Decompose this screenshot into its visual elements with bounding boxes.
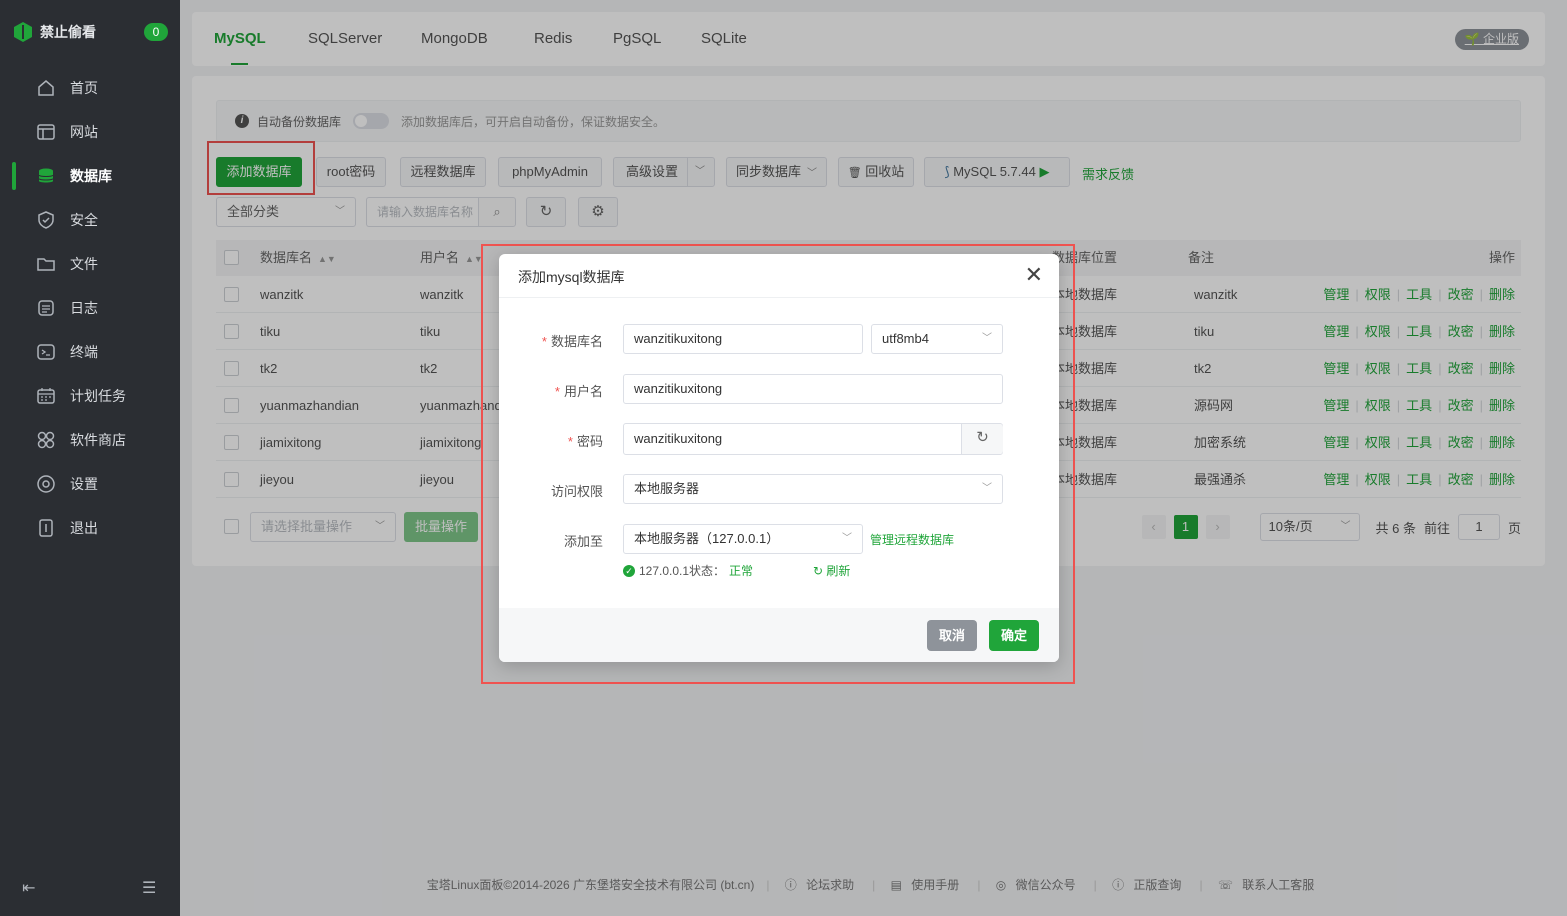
sidebar: 禁止偷看 0 首页 网站 数据库 安全 文件 日志 终端 计划任务 软件商店 设…	[0, 0, 180, 916]
db-name-input[interactable]: wanzitikuxitong	[623, 324, 863, 354]
username-label: * 用户名	[554, 384, 603, 399]
sidebar-item-label: 安全	[70, 212, 98, 228]
database-icon	[36, 166, 56, 186]
check-circle-icon: ✓	[623, 564, 635, 577]
menu-list-icon[interactable]: ☰	[142, 878, 156, 898]
access-value: 本地服务器	[634, 481, 700, 496]
sidebar-item-label: 软件商店	[70, 432, 126, 448]
chevron-down-icon: ﹀	[842, 533, 852, 544]
sidebar-item-logout[interactable]: 退出	[0, 506, 180, 550]
dialog-title: 添加mysql数据库	[518, 269, 625, 285]
brand-name: 禁止偷看	[40, 24, 96, 40]
sidebar-item-database[interactable]: 数据库	[0, 154, 180, 198]
close-icon[interactable]: ✕	[1025, 264, 1043, 286]
website-icon	[36, 122, 56, 142]
sidebar-item-settings[interactable]: 设置	[0, 462, 180, 506]
folder-icon	[36, 254, 56, 274]
sidebar-item-security[interactable]: 安全	[0, 198, 180, 242]
sidebar-item-cron[interactable]: 计划任务	[0, 374, 180, 418]
sidebar-item-logs[interactable]: 日志	[0, 286, 180, 330]
logo-icon	[14, 22, 32, 42]
server-select[interactable]: 本地服务器（127.0.0.1） ﹀	[623, 524, 863, 554]
cancel-button[interactable]: 取消	[927, 620, 977, 651]
notification-badge[interactable]: 0	[144, 23, 168, 41]
apps-icon	[36, 430, 56, 450]
sidebar-item-website[interactable]: 网站	[0, 110, 180, 154]
charset-value: utf8mb4	[882, 331, 929, 346]
generate-password-icon[interactable]: ↻	[961, 424, 1003, 454]
password-label: * 密码	[567, 434, 603, 449]
logout-icon	[36, 518, 56, 538]
server-status: ✓ 127.0.0.1状态： 正常	[623, 562, 753, 579]
sidebar-item-files[interactable]: 文件	[0, 242, 180, 286]
home-icon	[36, 78, 56, 98]
status-prefix: 127.0.0.1状态：	[639, 564, 726, 578]
refresh-label: 刷新	[826, 564, 851, 578]
chevron-down-icon: ﹀	[982, 333, 992, 344]
access-select[interactable]: 本地服务器 ﹀	[623, 474, 1003, 504]
sidebar-nav: 首页 网站 数据库 安全 文件 日志 终端 计划任务 软件商店 设置 退出	[0, 66, 180, 550]
chevron-down-icon: ﹀	[982, 483, 992, 494]
dialog-header: 添加mysql数据库 ✕	[499, 254, 1059, 298]
sidebar-item-label: 计划任务	[70, 388, 126, 404]
sidebar-item-label: 退出	[70, 520, 98, 536]
dialog-footer: 取消 确定	[499, 608, 1059, 662]
refresh-status-link[interactable]: ↻ 刷新	[813, 562, 850, 579]
add-database-dialog: 添加mysql数据库 ✕ * 数据库名 wanzitikuxitong utf8m…	[499, 254, 1059, 662]
sidebar-item-label: 文件	[70, 256, 98, 272]
sidebar-item-label: 日志	[70, 300, 98, 316]
sidebar-footer: ⇤ ☰	[0, 878, 180, 898]
password-value: wanzitikuxitong	[634, 431, 723, 446]
sidebar-item-label: 终端	[70, 344, 98, 360]
sidebar-item-home[interactable]: 首页	[0, 66, 180, 110]
calendar-icon	[36, 386, 56, 406]
terminal-icon	[36, 342, 56, 362]
status-value: 正常	[729, 564, 754, 578]
sidebar-item-label: 设置	[70, 476, 98, 492]
sidebar-item-terminal[interactable]: 终端	[0, 330, 180, 374]
sidebar-item-label: 数据库	[70, 168, 112, 184]
db-name-label: * 数据库名	[541, 334, 603, 349]
collapse-sidebar-icon[interactable]: ⇤	[22, 878, 35, 898]
manage-remote-link[interactable]: 管理远程数据库	[870, 531, 954, 548]
shield-icon	[36, 210, 56, 230]
username-input[interactable]: wanzitikuxitong	[623, 374, 1003, 404]
charset-select[interactable]: utf8mb4 ﹀	[871, 324, 1003, 354]
brand: 禁止偷看 0	[14, 22, 168, 42]
settings-icon	[36, 474, 56, 494]
sidebar-item-label: 网站	[70, 124, 98, 140]
password-input[interactable]: wanzitikuxitong	[623, 423, 1003, 455]
sidebar-item-label: 首页	[70, 80, 98, 96]
sidebar-item-appstore[interactable]: 软件商店	[0, 418, 180, 462]
access-label: 访问权限	[550, 484, 603, 499]
confirm-button[interactable]: 确定	[989, 620, 1039, 651]
log-icon	[36, 298, 56, 318]
server-value: 本地服务器（127.0.0.1）	[634, 531, 780, 546]
add-to-label: 添加至	[563, 534, 603, 549]
